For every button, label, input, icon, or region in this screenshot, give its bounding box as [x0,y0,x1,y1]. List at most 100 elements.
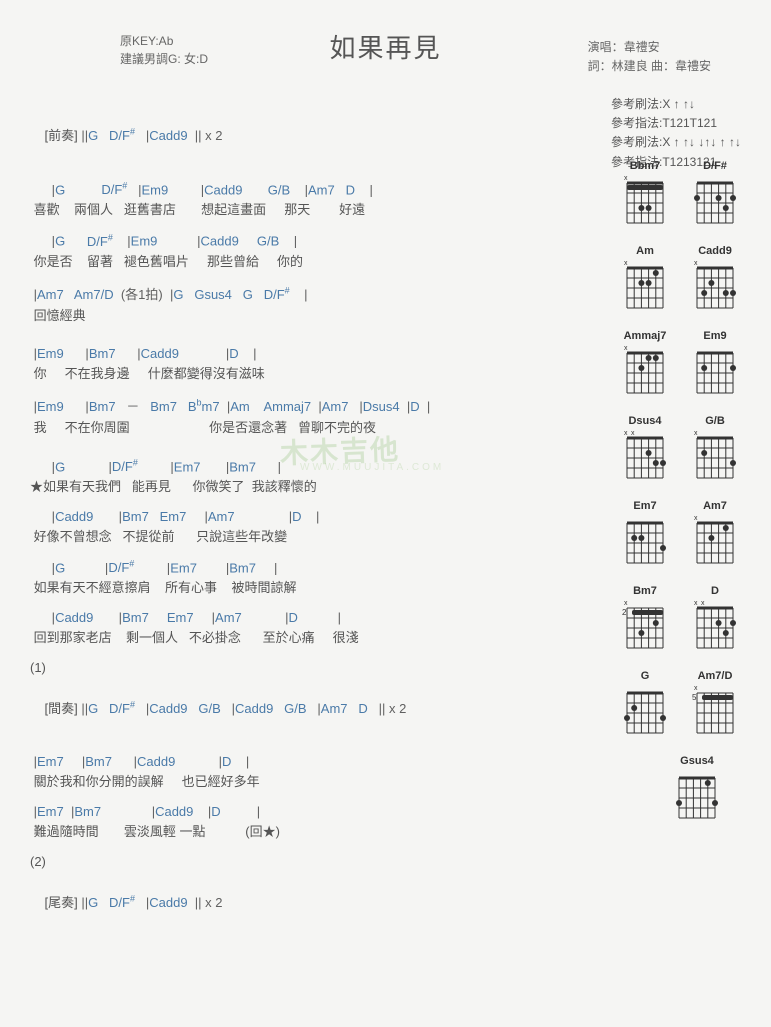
chord-diagram-am: Amx [619,245,671,312]
lyric: 好像不曾想念 不提從前 只說這些年改變 [30,526,590,545]
lyric: 回憶經典 [30,305,590,324]
chord-diagrams: Bbm7x D/F# Amx Cadd9x Ammaj7x Em9 Dsus4x… [611,160,741,840]
chord-diagram-d: Dxx [689,585,741,652]
chord: D/F# [108,560,134,575]
chord: D/F# [87,234,113,249]
lyric: 如果有天不經意擦肩 所有心事 被時間諒解 [30,577,590,596]
chord: Bm7 [89,399,116,414]
lyric: 回到那家老店 剩一個人 不必掛念 至於心痛 很淺 [30,627,590,646]
chord: Em7 [167,610,194,625]
chord: G [55,459,65,474]
chord-diagram-dsus4: Dsus4xx [619,415,671,482]
chord: D/F# [109,895,135,910]
chord: G/B [268,182,290,197]
pattern-3: 參考刷法:X ↑ ↑↓ ↓↑↓ ↑ ↑↓ [611,133,741,152]
svg-text:x: x [624,260,628,267]
lyrics-content: [前奏] ||G D/F# |Cadd9 || x 2 |G D/F# |Em9… [30,110,590,926]
chord: Ammaj7 [263,399,311,414]
star-marker: ★ [30,479,43,494]
chord: D [346,182,355,197]
section-2: (2) [30,854,590,869]
chord: D [410,399,419,414]
chord: Bm7 [229,560,256,575]
chord: G [55,234,65,249]
chord: Cadd9 [201,234,239,249]
lyric: 我 不在你周圍 你是否還念著 曾聊不完的夜 [30,417,590,436]
chord-diagram-gb: G/Bx [689,415,741,482]
chord: D [222,754,231,769]
chord-diagram-gsus4: Gsus4 [671,755,723,822]
lyric: 喜歡 兩個人 逛舊書店 想起這畫面 那天 好遠 [30,199,590,218]
chord: Cadd9 [155,804,193,819]
interlude-label: [間奏] [44,701,77,716]
chord: D/F# [109,128,135,143]
chord: Gsus4 [194,287,232,302]
chord: Bm7 [122,610,149,625]
chord: Cadd9 [55,610,93,625]
chord: Em7 [37,754,64,769]
svg-text:x: x [624,600,628,607]
chord: Em7 [160,509,187,524]
svg-text:2: 2 [622,608,627,617]
chord-diagram-bbm7: Bbm7x [619,160,671,227]
chord: Bm7 [85,754,112,769]
chord: Am7 [308,182,335,197]
chord: Em9 [142,182,169,197]
chord: Bbm7 [188,399,220,414]
chord: Am [230,399,250,414]
outro-label: [尾奏] [44,895,77,910]
chord: G [55,560,65,575]
chord: Cadd9 [141,346,179,361]
lyric: 你是否 留著 褪色舊唱片 那些曾給 你的 [30,251,590,270]
svg-text:x: x [694,685,698,692]
chord: Bm7 [89,346,116,361]
section-1: (1) [30,660,590,675]
chord: Cadd9 G/B [235,701,307,716]
chord: Am7 D [321,701,368,716]
note: (各1拍) [121,287,163,302]
lyric: 如果有天我們 能再見 你微笑了 我該釋懷的 [43,479,317,494]
svg-text:x: x [694,600,698,607]
chord: G [88,895,98,910]
chord: Cadd9 [137,754,175,769]
chord: D [292,509,301,524]
chord: Bm7 [150,399,177,414]
chord: D [211,804,220,819]
svg-text:x: x [694,515,698,522]
chord: G D/F [88,701,130,716]
svg-text:5: 5 [692,693,697,702]
chord-diagram-em7: Em7 [619,500,671,567]
chord: Bm7 [122,509,149,524]
chord: D/F# [264,287,290,302]
chord-diagram-cadd9: Cadd9x [689,245,741,312]
svg-text:x: x [701,600,705,607]
chord-diagram-em9: Em9 [689,330,741,397]
chord-diagram-am7d: Am7/Dx5 [689,670,741,737]
chord: G/B [257,234,279,249]
chord: Cadd9 [55,509,93,524]
chord: Am7/D [74,287,114,302]
chord: Em7 [170,560,197,575]
chord: G [55,182,65,197]
chord: D/F# [101,182,127,197]
credit-writer: 詞：林建良 曲：韋禮安 [588,57,711,76]
chord: Am7 [208,509,235,524]
chord: Cadd9 G/B [149,701,221,716]
chord: G [88,128,98,143]
lyric: 關於我和你分開的誤解 也已經好多年 [30,771,590,790]
chord: Em9 [37,346,64,361]
intro-label: [前奏] [44,128,77,143]
chord: Cadd9 [204,182,242,197]
svg-text:x: x [631,430,635,437]
chord-diagram-ammaj7: Ammaj7x [619,330,671,397]
chord: Am7 [215,610,242,625]
chord: G [173,287,183,302]
chord: Bm7 [74,804,101,819]
svg-text:x: x [624,430,628,437]
chord-diagram-dfs: D/F# [689,160,741,227]
chord: D [289,610,298,625]
chord: D [229,346,238,361]
chord-diagram-am7: Am7x [689,500,741,567]
chord: Dsus4 [363,399,400,414]
svg-text:x: x [624,345,628,352]
